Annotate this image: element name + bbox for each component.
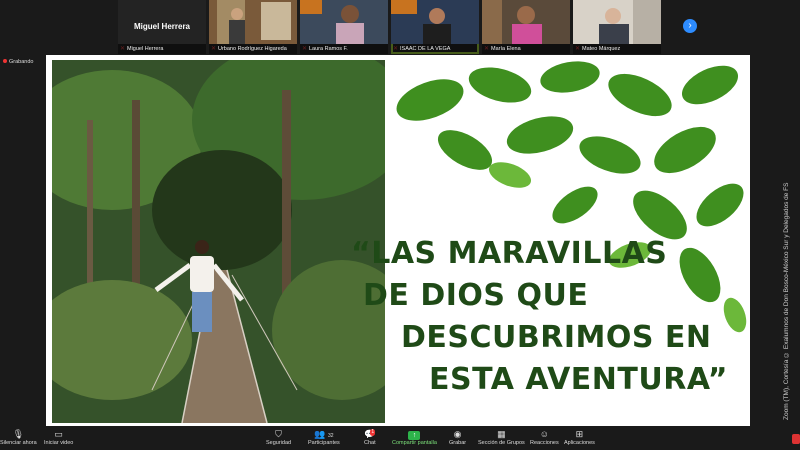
shield-icon: ⛉ bbox=[275, 429, 282, 439]
participant-tile-1[interactable]: ✕ Urbano Rodríguez Higareda bbox=[209, 0, 297, 54]
forest-bridge-image bbox=[52, 60, 385, 423]
smiley-icon: ☺ bbox=[539, 429, 549, 439]
grid-icon: ▦ bbox=[497, 429, 506, 439]
share-screen-icon: ↑ bbox=[408, 431, 421, 440]
share-screen-button[interactable]: ↑ Compartir pantalla bbox=[392, 429, 437, 446]
chat-button[interactable]: 💬 1 Chat bbox=[364, 429, 376, 446]
meeting-toolbar: 🎙 Silenciar ahora ▭ Iniciar video ⛉ Segu… bbox=[0, 428, 800, 450]
people-icon: 👥 32 bbox=[314, 429, 334, 439]
participant-tile-4[interactable]: ✕ María Elena bbox=[482, 0, 570, 54]
shared-screen: “LAS MARAVILLAS DE DIOS QUE DESCUBRIMOS … bbox=[46, 55, 750, 426]
end-meeting-button[interactable] bbox=[792, 434, 800, 444]
slide-photo bbox=[52, 60, 385, 423]
record-dot-icon bbox=[3, 59, 7, 63]
participant-name: Urbano Rodríguez Higareda bbox=[209, 44, 297, 54]
participant-tile-0[interactable]: Miguel Herrera ✕ Miguel Herrera bbox=[118, 0, 206, 54]
participant-name: Miguel Herrera bbox=[118, 44, 206, 54]
start-video-button[interactable]: ▭ Iniciar video bbox=[44, 429, 73, 446]
participant-tile-3[interactable]: ✕ ISAAC DE LA VEGA bbox=[391, 0, 479, 54]
participant-name: Mateo Márquez bbox=[573, 44, 661, 54]
participant-name: María Elena bbox=[482, 44, 570, 54]
video-camera-icon: ▭ bbox=[54, 429, 63, 439]
recording-indicator: Grabando bbox=[3, 59, 33, 65]
unmute-button[interactable]: 🎙 Silenciar ahora bbox=[0, 429, 37, 446]
slide-title: “LAS MARAVILLAS DE DIOS QUE DESCUBRIMOS … bbox=[351, 236, 729, 397]
credit-text: Zoom (TM), Cortesía © Exalumnos de Don B… bbox=[783, 182, 790, 420]
breakout-rooms-button[interactable]: ▦ Sección de Grupos bbox=[478, 429, 525, 446]
record-icon: ◉ bbox=[453, 429, 462, 439]
participant-big-name: Miguel Herrera bbox=[133, 22, 191, 31]
participant-video bbox=[482, 0, 570, 44]
participant-name: ISAAC DE LA VEGA bbox=[391, 44, 479, 54]
participant-video bbox=[209, 0, 297, 44]
participant-video bbox=[300, 0, 388, 44]
apps-icon: ⊞ bbox=[575, 429, 584, 439]
record-button[interactable]: ◉ Grabar bbox=[449, 429, 466, 446]
chat-badge: 1 bbox=[370, 429, 376, 436]
next-page-button[interactable]: › bbox=[683, 19, 697, 33]
participant-strip: Miguel Herrera ✕ Miguel Herrera ✕ Urbano… bbox=[118, 0, 661, 54]
apps-button[interactable]: ⊞ Aplicaciones bbox=[564, 429, 595, 446]
participants-button[interactable]: 👥 32 Participantes bbox=[308, 429, 340, 446]
participant-tile-5[interactable]: ✕ Mateo Márquez bbox=[573, 0, 661, 54]
participant-name: Laura Ramos F. bbox=[300, 44, 388, 54]
participant-video bbox=[391, 0, 479, 44]
participant-video bbox=[573, 0, 661, 44]
participant-tile-2[interactable]: ✕ Laura Ramos F. bbox=[300, 0, 388, 54]
reactions-button[interactable]: ☺ Reacciones bbox=[530, 429, 559, 446]
security-button[interactable]: ⛉ Seguridad bbox=[266, 429, 291, 446]
microphone-icon: 🎙 bbox=[12, 429, 25, 439]
